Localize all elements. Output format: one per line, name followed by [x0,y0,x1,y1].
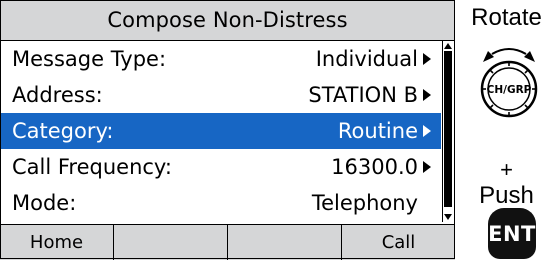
plus-sign: + [500,157,513,182]
page-title: Compose Non-Distress [107,8,348,32]
right-arrow-icon [423,53,431,65]
softkey-blank-3[interactable] [227,225,341,260]
ch-grp-knob[interactable]: CH/GRP [478,42,540,118]
right-arrow-icon [423,89,431,101]
softkey-call[interactable]: Call [341,225,455,260]
control-panel: Rotate CH/GRP + Push ENT [458,0,555,259]
ent-button[interactable]: ENT [488,208,536,259]
row-value: Telephony [311,191,418,215]
ent-label: ENT [488,221,536,246]
row-value: 16300.0 [331,155,418,179]
scroll-down-icon [444,214,452,220]
right-arrow-icon [423,161,431,173]
row-label: Category: [12,119,114,143]
rotate-arrows-icon [483,48,535,62]
row-label: Address: [12,83,103,107]
scrollbar[interactable] [442,41,453,222]
row-value: Routine [337,119,418,143]
softkey-bar: Home Call [0,224,455,260]
softkey-blank-2[interactable] [113,225,227,260]
scroll-up-icon [444,43,452,49]
menu-row-mode[interactable]: Mode: Telephony [0,185,441,221]
row-label: Mode: [12,191,77,215]
row-label: Call Frequency: [12,155,172,179]
row-label: Message Type: [12,47,167,71]
softkey-home[interactable]: Home [0,225,113,260]
title-bar: Compose Non-Distress [0,0,455,41]
menu-row-address[interactable]: Address: STATION B [0,77,441,113]
row-value: Individual [315,47,418,71]
scroll-thumb[interactable] [444,51,452,207]
rotate-label: Rotate [471,4,542,31]
menu-row-call-frequency[interactable]: Call Frequency: 16300.0 [0,149,441,185]
row-value: STATION B [308,83,418,107]
menu-row-category[interactable]: Category: Routine [0,113,441,149]
right-arrow-icon [423,125,431,137]
push-label: Push [479,182,534,209]
knob-label: CH/GRP [487,84,532,96]
lcd-screen: Compose Non-Distress Message Type: Indiv… [0,0,455,260]
menu-row-message-type[interactable]: Message Type: Individual [0,41,441,77]
